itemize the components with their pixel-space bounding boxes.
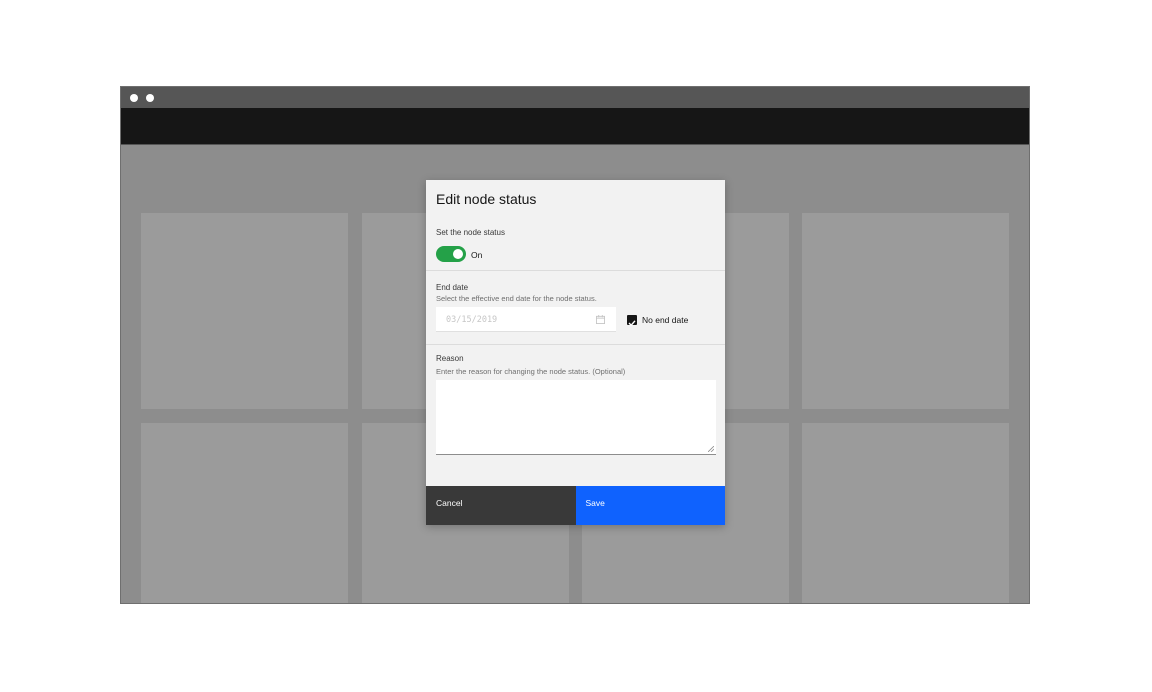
cancel-button[interactable]: Cancel [426,486,576,525]
no-end-date-label: No end date [642,315,689,325]
toggle-knob [453,249,463,259]
dashboard-tile [802,423,1009,603]
edit-node-status-modal: Edit node status Set the node status On … [426,180,725,525]
end-date-placeholder: 03/15/2019 [446,315,498,325]
end-date-label: End date [436,283,469,292]
section-divider [426,344,725,345]
checkmark-icon [628,320,636,327]
end-date-helper: Select the effective end date for the no… [436,294,597,303]
dashboard-tile [802,213,1009,409]
reason-helper: Enter the reason for changing the node s… [436,367,626,376]
modal-title: Edit node status [436,191,537,207]
dashboard-tile [141,423,348,603]
save-button[interactable]: Save [575,486,725,525]
reason-label: Reason [436,354,464,363]
window-control-dot[interactable] [130,94,138,102]
window-titlebar [121,87,1029,108]
section-divider [426,270,725,271]
calendar-icon[interactable] [596,315,605,324]
toggle-state-text: On [471,250,483,260]
status-toggle[interactable] [436,246,466,262]
end-date-input[interactable]: 03/15/2019 [436,307,616,332]
resize-handle-icon[interactable] [708,446,714,452]
status-label: Set the node status [436,228,505,237]
dashboard-tile [141,213,348,409]
app-header-bar [121,108,1029,145]
reason-textarea[interactable] [436,380,716,455]
no-end-date-checkbox[interactable] [627,315,637,327]
window-control-dot[interactable] [146,94,154,102]
